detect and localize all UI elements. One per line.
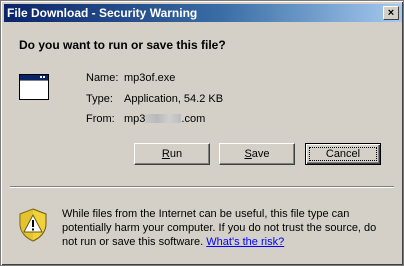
cancel-label: Cancel — [325, 148, 361, 160]
run-button[interactable]: Run — [134, 143, 210, 165]
dialog-question: Do you want to run or save this file? — [19, 38, 226, 52]
application-window-icon — [19, 74, 49, 100]
separator-highlight — [10, 187, 394, 188]
source-suffix: .com — [181, 113, 206, 125]
type-label: Type: — [86, 93, 113, 105]
window-title: File Download - Security Warning — [7, 6, 198, 20]
file-type-value: Application, 54.2 KB — [124, 93, 224, 105]
title-bar[interactable]: File Download - Security Warning × — [4, 4, 402, 22]
save-access-key: S — [244, 148, 252, 160]
save-button[interactable]: Save — [219, 143, 295, 165]
whats-the-risk-link[interactable]: What's the risk? — [206, 236, 284, 248]
run-access-key: R — [161, 148, 170, 160]
run-label-rest: un — [169, 148, 183, 160]
close-button[interactable]: × — [383, 6, 399, 20]
redacted-domain — [145, 114, 182, 123]
cancel-button[interactable]: Cancel — [305, 143, 381, 165]
close-icon: × — [387, 7, 395, 19]
shield-warning-icon — [19, 208, 47, 242]
warning-message: While files from the Internet can be use… — [62, 207, 394, 249]
source-prefix: mp3 — [124, 113, 146, 125]
file-name-value: mp3of.exe — [124, 72, 176, 84]
from-label: From: — [86, 113, 115, 125]
file-source-value: mp3 .com — [124, 113, 205, 125]
name-label: Name: — [86, 72, 119, 84]
save-label-rest: ave — [251, 148, 270, 160]
